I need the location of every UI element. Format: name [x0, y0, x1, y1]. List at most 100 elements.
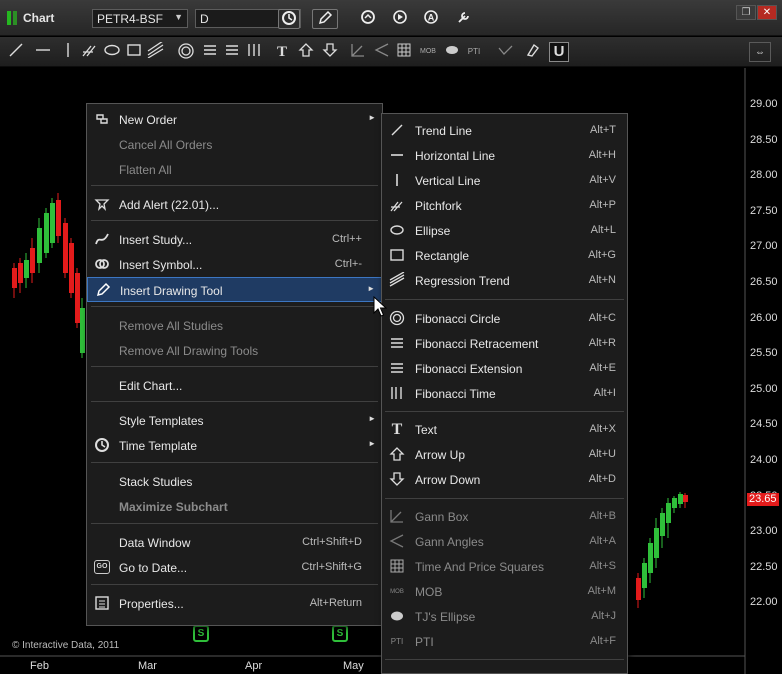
menu-item-insert-drawing-tool[interactable]: Insert Drawing Tool ►	[87, 277, 382, 302]
signal-marker[interactable]: S	[193, 625, 209, 642]
arrow-up-tool[interactable]	[296, 42, 316, 62]
drawing-item-arrow-up[interactable]: Arrow Up Alt+U	[382, 442, 627, 467]
close-button[interactable]: ✕	[757, 5, 777, 20]
close-icon: ✕	[762, 7, 772, 18]
drawing-item-gann-angles[interactable]: Gann Angles Alt+A	[382, 529, 627, 554]
menu-item-data-window[interactable]: Data Window Ctrl+Shift+D	[87, 530, 382, 555]
y-axis-label: 22.00	[750, 596, 778, 609]
menu-item-remove-all-drawing-tools[interactable]: Remove All Drawing Tools	[87, 338, 382, 363]
trend-line-icon	[388, 122, 406, 140]
horizontal-line-icon	[36, 49, 50, 51]
menu-item-properties[interactable]: Properties... Alt+Return	[87, 591, 382, 616]
drawing-item-gann-box[interactable]: Gann Box Alt+B	[382, 504, 627, 529]
drawing-item-regression-trend[interactable]: Regression Trend Alt+N	[382, 268, 627, 293]
menu-item-style-templates[interactable]: Style Templates ►	[87, 408, 382, 433]
tj-ellipse-tool[interactable]	[442, 42, 462, 62]
menu-item-new-order[interactable]: New Order ►	[87, 107, 382, 132]
candle-body	[24, 260, 29, 278]
tools-button[interactable]	[453, 9, 475, 29]
eraser-tool[interactable]	[523, 42, 543, 62]
drawing-item-time-and-price-squares[interactable]: Time And Price Squares Alt+S	[382, 554, 627, 579]
text-tool[interactable]: T	[272, 42, 292, 62]
play-button[interactable]	[389, 9, 411, 29]
pitchfork-tool[interactable]	[80, 42, 100, 62]
drawing-item-pti[interactable]: PTI PTI Alt+F	[382, 629, 627, 654]
arrow-down-tool[interactable]	[320, 42, 340, 62]
menu-item-remove-all-studies[interactable]: Remove All Studies	[87, 313, 382, 338]
mouse-cursor-icon	[373, 296, 387, 317]
menu-item-flatten-all[interactable]: Flatten All	[87, 157, 382, 182]
restore-button[interactable]: ❐	[736, 5, 756, 20]
drawing-item-mob[interactable]: MOB MOB Alt+M	[382, 579, 627, 604]
clock-button[interactable]	[278, 9, 300, 29]
menu-item-stack-studies[interactable]: Stack Studies	[87, 469, 382, 494]
alert-button[interactable]: A	[420, 9, 442, 29]
candle-body	[56, 200, 61, 236]
drawing-item-text[interactable]: T Text Alt+X	[382, 417, 627, 442]
mob-tool[interactable]: MOB	[418, 42, 438, 62]
drawing-item-pitchfork[interactable]: Pitchfork Alt+P	[382, 193, 627, 218]
y-axis-label: 28.50	[750, 133, 778, 146]
menu-item-add-alert[interactable]: Add Alert (22.01)...	[87, 192, 382, 217]
drawing-item-fibonacci-extension[interactable]: Fibonacci Extension Alt+E	[382, 356, 627, 381]
drawing-item-fibonacci-retracement[interactable]: Fibonacci Retracement Alt+R	[382, 331, 627, 356]
magnet-button[interactable]: U	[549, 42, 569, 62]
gann-angles-tool[interactable]	[372, 42, 392, 62]
refresh-button[interactable]	[357, 9, 379, 29]
fib-time-tool[interactable]	[244, 42, 264, 62]
ellipse-tool[interactable]	[102, 42, 122, 62]
candle-body	[636, 578, 641, 600]
drawing-item-fibonacci-circle[interactable]: Fibonacci Circle Alt+C	[382, 306, 627, 331]
menu-item-go-to-date[interactable]: GO Go to Date... Ctrl+Shift+G	[87, 555, 382, 580]
signal-marker[interactable]: S	[332, 625, 348, 642]
x-axis-label-feb: Feb	[30, 660, 49, 672]
trend-line-tool[interactable]	[6, 42, 26, 62]
menu-separator	[385, 299, 624, 300]
rectangle-tool[interactable]	[124, 42, 144, 62]
horizontal-line-tool[interactable]	[33, 42, 53, 62]
drawing-item-ellipse[interactable]: Ellipse Alt+L	[382, 218, 627, 243]
candle-body	[666, 503, 671, 523]
menu-item-maximize-subchart[interactable]: Maximize Subchart	[87, 494, 382, 519]
y-axis-label: 25.00	[750, 382, 778, 395]
menu-item-time-template[interactable]: Time Template ►	[87, 433, 382, 458]
drawing-item-fibonacci-time[interactable]: Fibonacci Time Alt+I	[382, 381, 627, 406]
fib-time-icon	[388, 385, 406, 403]
fib-circle-tool[interactable]	[176, 42, 196, 62]
clock-icon	[93, 437, 111, 455]
arrow-up-icon	[388, 446, 406, 464]
menu-item-insert-study[interactable]: Insert Study... Ctrl++	[87, 227, 382, 252]
symbol-selector[interactable]: PETR4-BSF ▼	[92, 9, 188, 28]
time-price-squares-tool[interactable]	[394, 42, 414, 62]
drawing-item-trend-line[interactable]: Trend Line Alt+T	[382, 118, 627, 143]
pitchfork-icon	[388, 197, 406, 215]
text-icon: T	[276, 44, 287, 60]
fib-circle-icon	[388, 310, 406, 328]
vertical-line-tool[interactable]	[58, 42, 78, 62]
candle-body	[683, 495, 688, 502]
fib-extension-tool[interactable]	[222, 42, 242, 62]
drawing-item-tjs-ellipse[interactable]: TJ's Ellipse Alt+J	[382, 604, 627, 629]
drawing-item-horizontal-line[interactable]: Horizontal Line Alt+H	[382, 143, 627, 168]
menu-separator	[91, 366, 378, 367]
menu-item-insert-symbol[interactable]: Insert Symbol... Ctrl+-	[87, 252, 382, 277]
gann-box-tool[interactable]	[348, 42, 368, 62]
regression-tool[interactable]	[146, 40, 166, 62]
rectangle-icon	[127, 44, 141, 56]
fib-retracement-tool[interactable]	[200, 42, 220, 62]
drawing-item-rectangle[interactable]: Rectangle Alt+G	[382, 243, 627, 268]
drawing-item-vertical-line[interactable]: Vertical Line Alt+V	[382, 168, 627, 193]
menu-item-cancel-all-orders[interactable]: Cancel All Orders	[87, 132, 382, 157]
line-tool[interactable]	[496, 42, 516, 62]
expand-toolbar-button[interactable]: ⇔	[749, 42, 771, 62]
draw-mode-button[interactable]	[312, 9, 338, 29]
go-icon: GO	[94, 560, 110, 574]
drawing-item-arrow-down[interactable]: Arrow Down Alt+D	[382, 467, 627, 492]
menu-item-edit-chart[interactable]: Edit Chart...	[87, 373, 382, 398]
submenu-arrow-icon: ►	[368, 439, 376, 448]
menu-separator	[91, 185, 378, 186]
candle-body	[50, 203, 55, 243]
alert-icon	[93, 196, 111, 214]
pti-tool[interactable]: PTI	[464, 42, 484, 62]
arrow-up-icon	[298, 43, 314, 57]
